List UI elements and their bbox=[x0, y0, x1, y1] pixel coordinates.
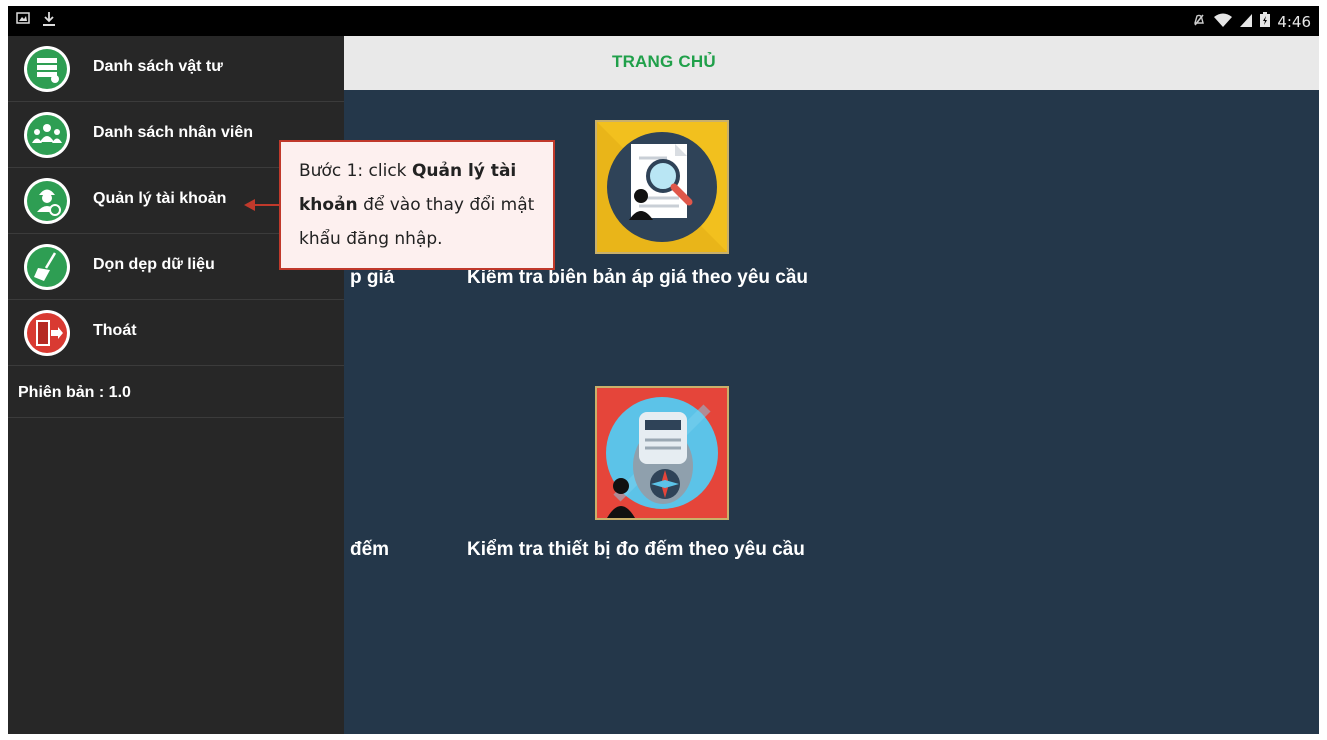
materials-list-icon bbox=[24, 46, 70, 92]
signal-icon bbox=[1239, 12, 1253, 32]
account-settings-icon bbox=[24, 178, 70, 224]
exit-door-icon bbox=[24, 310, 70, 356]
drawer-item-label: Quản lý tài khoản bbox=[93, 190, 227, 207]
mute-icon bbox=[1191, 12, 1207, 32]
wifi-icon bbox=[1213, 12, 1233, 32]
callout-prefix: Bước 1: click bbox=[299, 161, 412, 181]
download-notification-icon bbox=[42, 11, 56, 32]
app-screen: 4:46 TRANG CHỦ Kiểm tra biên bản áp giá … bbox=[8, 6, 1319, 734]
status-time: 4:46 bbox=[1277, 13, 1311, 31]
annotation-arrow-icon bbox=[244, 199, 282, 211]
tile-label-meter-device[interactable]: Kiểm tra thiết bị đo đếm theo yêu cầu bbox=[467, 539, 805, 561]
drawer-item-label: Danh sách vật tư bbox=[93, 58, 223, 75]
drawer-item-label: Danh sách nhân viên bbox=[93, 124, 254, 141]
drawer-item-exit[interactable]: Thoát bbox=[8, 300, 344, 366]
tutorial-callout: Bước 1: click Quản lý tài khoản để vào t… bbox=[279, 140, 555, 270]
app-version: Phiên bản : 1.0 bbox=[8, 366, 344, 418]
document-search-icon bbox=[597, 122, 727, 252]
partial-tile-label: p giá bbox=[350, 267, 395, 288]
page-title: TRANG CHỦ bbox=[612, 52, 716, 71]
staff-group-icon bbox=[24, 112, 70, 158]
electric-meter-icon bbox=[597, 388, 727, 518]
drawer-item-materials[interactable]: Danh sách vật tư bbox=[8, 36, 344, 102]
battery-icon bbox=[1259, 12, 1271, 32]
tile-check-price-record[interactable] bbox=[595, 120, 729, 254]
gallery-notification-icon bbox=[16, 11, 30, 32]
partial-tile-label: đếm bbox=[350, 539, 390, 560]
status-bar: 4:46 bbox=[8, 6, 1319, 36]
broom-icon bbox=[24, 244, 70, 290]
drawer-item-label: Thoát bbox=[93, 322, 137, 339]
tile-label-price-record[interactable]: Kiểm tra biên bản áp giá theo yêu cầu bbox=[467, 267, 808, 289]
drawer-item-label: Dọn dẹp dữ liệu bbox=[93, 256, 215, 273]
tile-check-meter-device[interactable] bbox=[595, 386, 729, 520]
version-text: Phiên bản : 1.0 bbox=[18, 384, 131, 401]
